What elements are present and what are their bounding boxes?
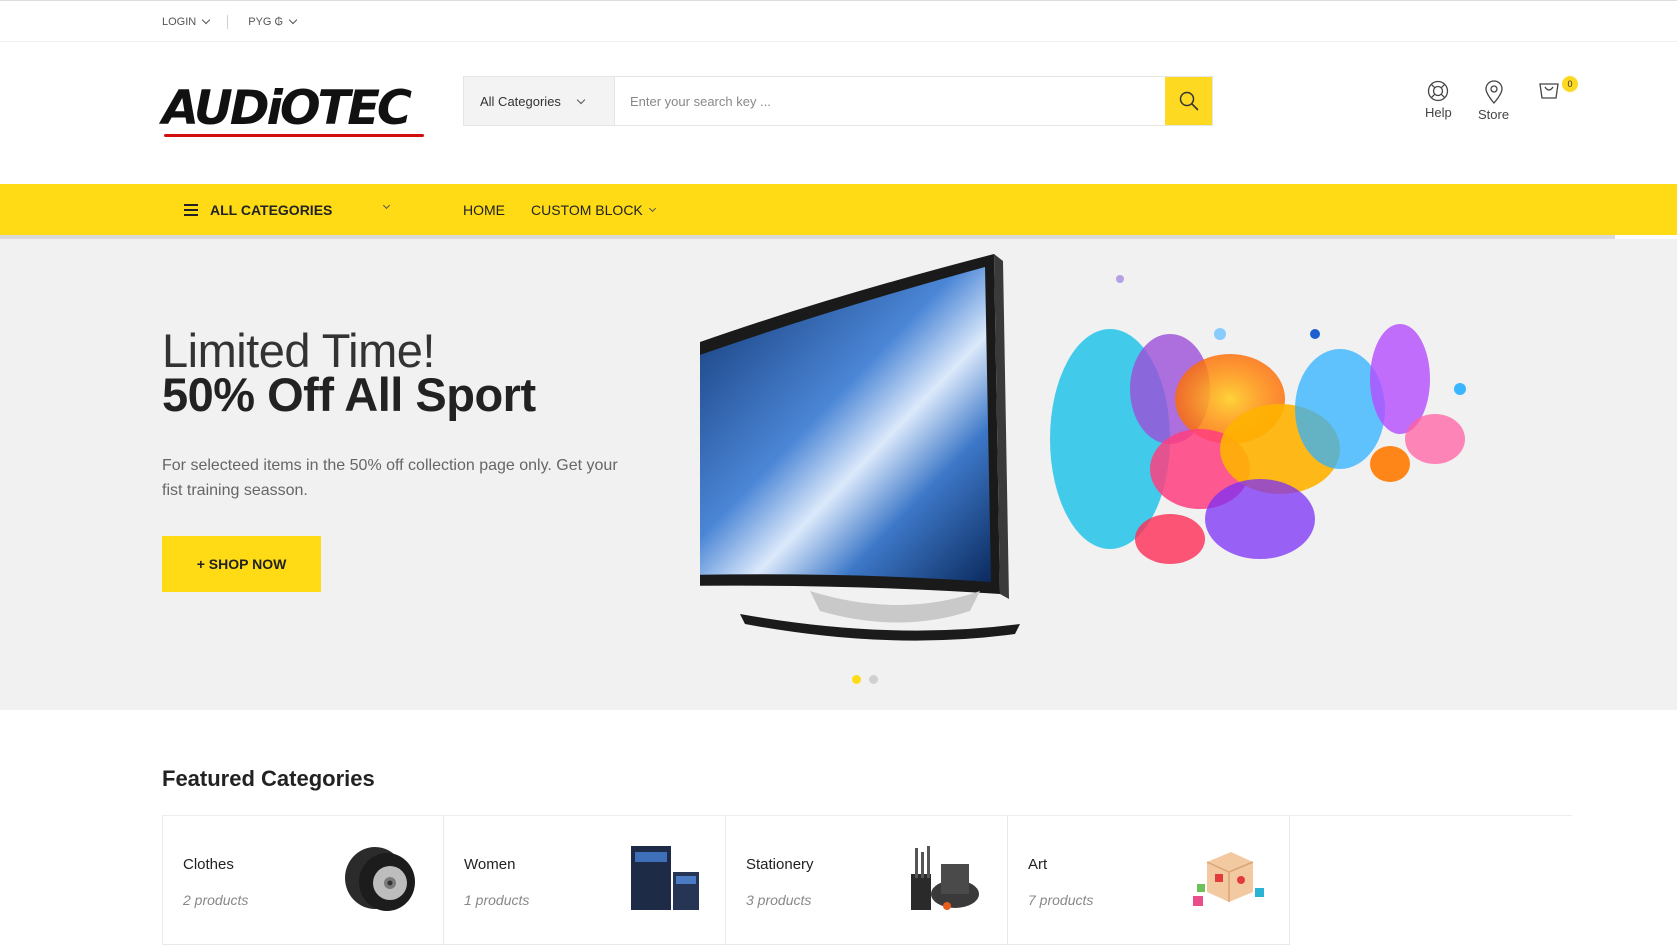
hero-description: For selecteed items in the 50% off colle… — [162, 457, 618, 499]
category-card-women[interactable]: Women 1 products — [444, 816, 726, 945]
chevron-down-icon — [201, 15, 211, 25]
all-categories-label: ALL CATEGORIES — [210, 201, 333, 218]
all-categories-menu[interactable]: ALL CATEGORIES — [162, 184, 429, 235]
hamburger-icon — [184, 203, 198, 216]
category-count: 2 products — [183, 892, 249, 908]
books-icon — [631, 846, 699, 910]
hero-slider: Limited Time! 50% Off All Sport For sele… — [0, 239, 1677, 710]
top-bar: LOGIN PYG ₲ — [0, 0, 1677, 42]
logo-underline — [164, 134, 424, 137]
chevron-down-icon — [576, 95, 586, 104]
featured-categories-title: Featured Categories — [162, 766, 375, 791]
logo[interactable]: AUDiOTEC — [162, 84, 432, 144]
help-link[interactable]: Help — [1425, 80, 1452, 120]
search-input[interactable] — [615, 77, 1165, 125]
search-category-select[interactable]: All Categories — [464, 77, 615, 125]
currency-dropdown[interactable]: PYG ₲ — [248, 15, 298, 29]
store-label: Store — [1478, 107, 1510, 122]
category-name: Clothes — [183, 856, 234, 873]
nav-link-custom-block-label: CUSTOM BLOCK — [531, 201, 643, 218]
category-name: Women — [464, 856, 516, 873]
search-bar: All Categories — [463, 76, 1213, 126]
search-category-label: All Categories — [480, 93, 561, 109]
category-card-stationery[interactable]: Stationery 3 products — [726, 816, 1008, 945]
shopping-bag-icon — [1539, 83, 1559, 99]
chevron-down-icon — [648, 204, 656, 212]
category-card-art[interactable]: Art 7 products — [1008, 816, 1290, 945]
store-link[interactable]: Store — [1478, 80, 1509, 122]
nav-link-home-label: HOME — [463, 201, 505, 218]
search-icon — [1179, 91, 1198, 111]
login-dropdown[interactable]: LOGIN — [162, 14, 229, 29]
hero-headline-line2: 50% Off All Sport — [162, 368, 536, 421]
slider-dots — [852, 675, 878, 684]
hero-tv-image — [700, 254, 1466, 641]
shop-now-button[interactable]: + SHOP NOW — [162, 536, 321, 592]
chevron-down-icon — [288, 15, 298, 25]
category-name: Stationery — [746, 856, 814, 873]
slider-dot-1[interactable] — [852, 675, 861, 684]
site-header: AUDiOTEC All Categories Help — [0, 42, 1677, 184]
category-count: 7 products — [1028, 892, 1094, 908]
toy-blocks-icon — [1193, 852, 1264, 906]
category-count: 3 products — [746, 892, 812, 908]
search-button[interactable] — [1165, 77, 1212, 125]
featured-categories-grid: Clothes 2 products Women 1 products Stat… — [162, 815, 1572, 945]
cart-button[interactable]: 0 — [1538, 76, 1578, 105]
currency-label: PYG ₲ — [248, 15, 284, 28]
category-card-clothes[interactable]: Clothes 2 products — [162, 816, 444, 945]
map-pin-icon — [1484, 80, 1503, 104]
nav-links: HOME CUSTOM BLOCK — [463, 184, 656, 235]
tire-icon — [345, 847, 415, 911]
nav-link-home[interactable]: HOME — [463, 202, 505, 218]
help-label: Help — [1425, 105, 1452, 120]
lifebuoy-icon — [1428, 80, 1449, 102]
cart-count-badge: 0 — [1562, 76, 1578, 92]
main-nav: ALL CATEGORIES HOME CUSTOM BLOCK — [0, 184, 1677, 239]
chevron-down-icon — [382, 201, 391, 210]
category-count: 1 products — [464, 892, 530, 908]
logo-text: AUDiOTEC — [162, 81, 412, 136]
kitchen-tools-icon — [911, 846, 979, 910]
login-label: LOGIN — [162, 15, 197, 28]
nav-link-custom-block[interactable]: CUSTOM BLOCK — [531, 201, 656, 218]
category-name: Art — [1028, 856, 1048, 873]
slider-dot-2[interactable] — [869, 675, 878, 684]
